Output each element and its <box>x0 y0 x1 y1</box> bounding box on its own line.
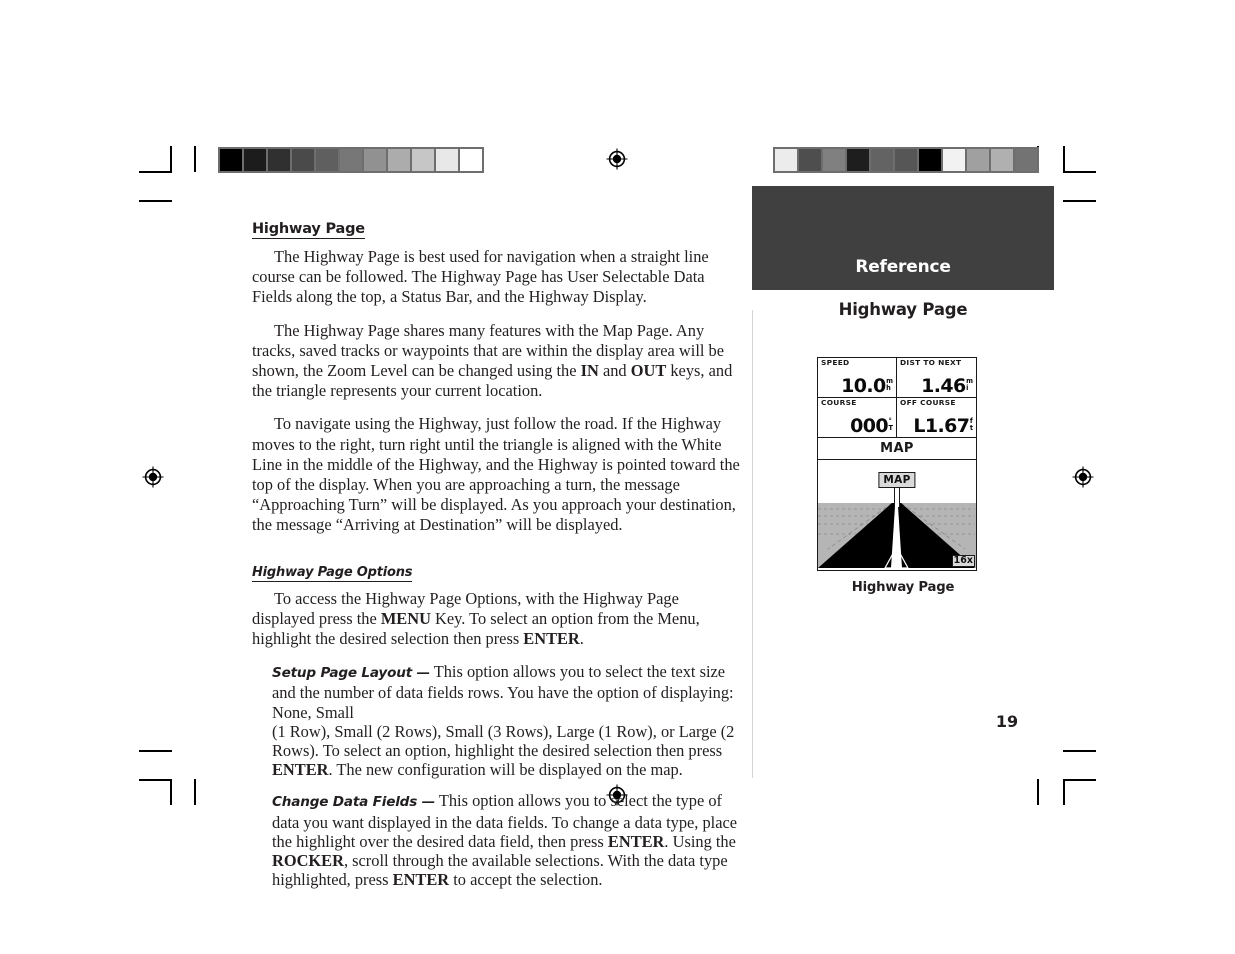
gray-swatch-1 <box>244 149 266 171</box>
option-change-data-fields: Change Data Fields — This option allows … <box>272 791 738 890</box>
gray-swatch-8 <box>412 149 434 171</box>
trim-mark-left-lower <box>139 750 172 752</box>
gps-field-label-dist-to-next: DIST TO NEXT <box>900 358 962 367</box>
key-out: OUT <box>630 361 667 381</box>
gps-data-field-speed[interactable]: SPEED 10.0m h <box>818 358 897 398</box>
crop-mark-top-right-horizontal <box>1063 171 1096 173</box>
crop-mark-bottom-right-corner <box>1063 779 1065 805</box>
gps-field-label-speed: SPEED <box>821 358 850 367</box>
gps-field-value-off-course: L1.67f t <box>913 415 973 437</box>
gps-unit-dist-to-next: mi <box>966 377 973 392</box>
gps-field-label-off-course: OFF COURSE <box>900 398 956 407</box>
gps-data-field-course[interactable]: COURSE 000° T <box>818 398 897 438</box>
gps-unit-speed: mh <box>886 377 893 392</box>
crop-mark-top-left-corner <box>170 146 172 172</box>
option-lead-setup-page-layout: Setup Page Layout — <box>272 665 430 682</box>
gray-swatch-3 <box>292 149 314 171</box>
gps-data-field-dist-to-next[interactable]: DIST TO NEXT 1.46m i <box>897 358 976 398</box>
column-divider-rule <box>752 310 753 778</box>
page-number: 19 <box>995 712 1019 731</box>
article-body: Highway Page The Highway Page is best us… <box>252 220 740 901</box>
gray-swatch-1 <box>799 149 821 171</box>
gray-swatch-10 <box>460 149 482 171</box>
key-enter: ENTER <box>272 760 329 780</box>
paragraph-navigating: To navigate using the Highway, just foll… <box>252 414 740 535</box>
gray-swatch-9 <box>991 149 1013 171</box>
gps-unit-course: ° T <box>888 417 894 432</box>
gps-data-field-off-course[interactable]: OFF COURSE L1.67f t <box>897 398 976 438</box>
key-enter: ENTER <box>607 831 665 851</box>
crop-mark-bottom-left-corner <box>170 779 172 805</box>
crop-mark-bottom-left-horizontal <box>139 779 172 781</box>
gps-field-label-course: COURSE <box>821 398 857 407</box>
key-enter: ENTER <box>392 870 450 890</box>
gps-zoom-level-badge: 16x <box>951 555 975 567</box>
option-lead-change-data-fields: Change Data Fields — <box>272 794 436 811</box>
trim-mark-right-upper <box>1063 200 1096 202</box>
gps-status-bar: MAP <box>818 438 976 460</box>
gray-swatch-5 <box>895 149 917 171</box>
waypoint-sign-post <box>894 488 900 507</box>
gray-swatch-9 <box>436 149 458 171</box>
crop-mark-top-left-vertical <box>194 146 196 172</box>
key-menu: MENU <box>380 608 431 628</box>
gray-swatch-4 <box>316 149 338 171</box>
option-setup-page-layout: Setup Page Layout — This option allows y… <box>272 662 735 780</box>
registration-target-icon-top <box>606 148 628 170</box>
crop-mark-top-left-horizontal <box>139 171 172 173</box>
gps-field-value-dist-to-next: 1.46m i <box>921 375 973 397</box>
registration-target-icon-right <box>1072 466 1094 488</box>
gray-swatch-8 <box>967 149 989 171</box>
gray-swatch-2 <box>823 149 845 171</box>
key-in: IN <box>580 361 599 381</box>
paragraph-intro: The Highway Page is best used for naviga… <box>252 247 709 307</box>
gps-field-value-speed: 10.0m h <box>841 375 893 397</box>
gray-swatch-5 <box>340 149 362 171</box>
crop-mark-top-right-corner <box>1063 146 1065 172</box>
gps-data-fields: SPEED 10.0m h DIST TO NEXT 1.46m i COURSE … <box>818 358 976 438</box>
sidebar-title: Highway Page <box>838 300 968 319</box>
gray-swatch-6 <box>364 149 386 171</box>
key-enter: ENTER <box>523 629 580 649</box>
waypoint-sign-label: MAP <box>878 472 916 488</box>
trim-mark-left-upper <box>139 200 172 202</box>
gps-highway-page-screenshot: SPEED 10.0m h DIST TO NEXT 1.46m i COURSE … <box>817 357 977 571</box>
gray-swatch-2 <box>268 149 290 171</box>
gps-field-value-course: 000° T <box>850 415 894 437</box>
subsection-title: Highway Page Options <box>252 564 413 582</box>
key-rocker: ROCKER <box>272 851 344 871</box>
figure-caption: Highway Page <box>851 580 955 595</box>
gray-swatch-4 <box>871 149 893 171</box>
registration-target-icon-left <box>142 466 164 488</box>
grayscale-calibration-strip-right <box>773 147 1039 173</box>
gray-swatch-6 <box>919 149 941 171</box>
paragraph-options-intro: To access the Highway Page Options, with… <box>252 588 700 649</box>
gray-swatch-0 <box>775 149 797 171</box>
gray-swatch-0 <box>220 149 242 171</box>
gps-unit-off-course: ft <box>969 417 973 432</box>
gray-swatch-10 <box>1015 149 1037 171</box>
gps-highway-display: MAP 16x <box>818 460 976 568</box>
trim-mark-right-lower <box>1063 750 1096 752</box>
crop-mark-bottom-right-horizontal <box>1063 779 1096 781</box>
crop-mark-bottom-right-vertical <box>1037 779 1039 805</box>
gray-swatch-3 <box>847 149 869 171</box>
running-head-label: Reference <box>855 257 951 277</box>
grayscale-calibration-strip-left <box>218 147 484 173</box>
running-head-band: Reference <box>752 186 1054 290</box>
paragraph-map-features: The Highway Page shares many features wi… <box>252 320 733 401</box>
gray-swatch-7 <box>943 149 965 171</box>
crop-mark-bottom-left-vertical <box>194 779 196 805</box>
gray-swatch-7 <box>388 149 410 171</box>
page-title: Highway Page <box>252 221 365 239</box>
